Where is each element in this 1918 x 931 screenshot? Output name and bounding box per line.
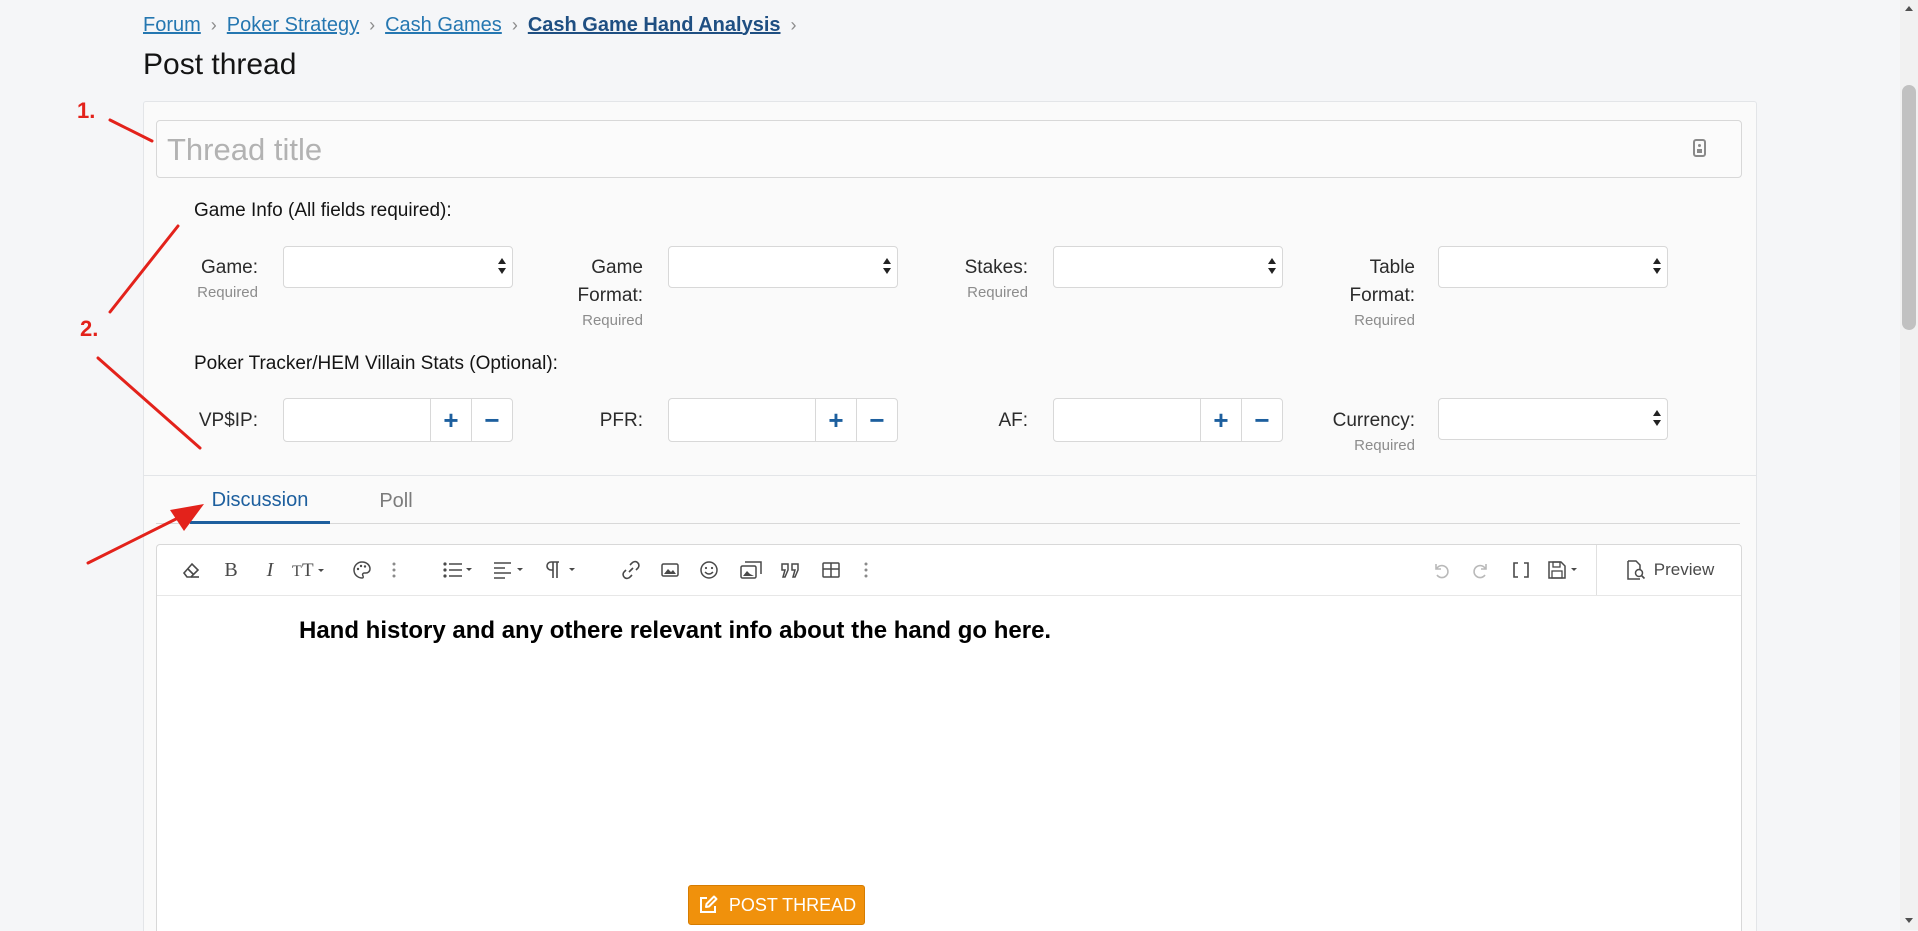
- drafts-icon[interactable]: [1547, 558, 1583, 582]
- image-icon[interactable]: [658, 558, 682, 582]
- currency-required-hint: Required: [1354, 437, 1415, 454]
- post-thread-label: POST THREAD: [728, 894, 857, 915]
- currency-label: Currency:: [1332, 410, 1415, 431]
- af-number-input[interactable]: + −: [1053, 398, 1283, 442]
- thread-title-field[interactable]: [156, 120, 1742, 178]
- vpip-number-input[interactable]: + −: [283, 398, 513, 442]
- link-icon[interactable]: [619, 558, 643, 582]
- pfr-number-input[interactable]: + −: [668, 398, 898, 442]
- editor-content[interactable]: Hand history and any othere relevant inf…: [299, 617, 1051, 645]
- vpip-input[interactable]: [284, 399, 431, 441]
- af-input[interactable]: [1054, 399, 1201, 441]
- pfr-decrement-button[interactable]: −: [856, 399, 897, 441]
- tab-poll[interactable]: Poll: [346, 480, 446, 523]
- align-icon[interactable]: [493, 558, 529, 582]
- media-icon[interactable]: [738, 558, 764, 582]
- af-increment-button[interactable]: +: [1201, 399, 1241, 441]
- edit-icon: [699, 895, 718, 913]
- breadcrumb-separator: ›: [790, 14, 797, 35]
- pfr-label: PFR:: [599, 410, 643, 431]
- scrollbar-thumb[interactable]: [1902, 85, 1916, 330]
- undo-icon[interactable]: [1429, 558, 1453, 582]
- list-icon[interactable]: [442, 558, 478, 582]
- annotation-arrow-shaft: [86, 516, 180, 565]
- select-arrows-icon: [498, 258, 506, 276]
- preview-icon: [1627, 560, 1645, 580]
- select-arrows-icon: [1653, 410, 1661, 428]
- rich-text-editor[interactable]: B I TT Preview Hand history and any othe…: [156, 544, 1742, 931]
- annotation-arrowhead: [170, 504, 204, 531]
- scroll-down-arrow-icon[interactable]: [1905, 918, 1913, 923]
- paragraph-icon[interactable]: [545, 558, 581, 582]
- stakes-label: Stakes:: [964, 257, 1028, 278]
- game-format-required-hint: Required: [582, 312, 643, 329]
- preview-label: Preview: [1653, 560, 1715, 579]
- section-divider: [143, 475, 1756, 476]
- italic-icon[interactable]: I: [258, 558, 282, 582]
- thread-title-input[interactable]: [165, 129, 1669, 171]
- contact-card-icon[interactable]: [1693, 139, 1706, 157]
- bbcode-icon[interactable]: [1509, 558, 1533, 582]
- game-select[interactable]: [283, 246, 513, 288]
- table-icon[interactable]: [819, 558, 843, 582]
- svg-text:T: T: [292, 563, 302, 580]
- select-arrows-icon: [1653, 258, 1661, 276]
- af-label: AF:: [998, 410, 1028, 431]
- more-icon[interactable]: [859, 558, 873, 582]
- pfr-increment-button[interactable]: +: [816, 399, 856, 441]
- annotation-line-1: [108, 118, 154, 143]
- stakes-select[interactable]: [1053, 246, 1283, 288]
- emoji-icon[interactable]: [697, 558, 721, 582]
- annotation-line-2b: [96, 356, 202, 450]
- redo-icon[interactable]: [1469, 558, 1493, 582]
- scroll-up-arrow-icon[interactable]: [1905, 6, 1913, 11]
- select-arrows-icon: [1268, 258, 1276, 276]
- vpip-decrement-button[interactable]: −: [471, 399, 512, 441]
- breadcrumb-cash-game-hand-analysis[interactable]: Cash Game Hand Analysis: [528, 14, 781, 37]
- breadcrumb-separator: ›: [369, 14, 376, 35]
- table-format-required-hint: Required: [1354, 312, 1415, 329]
- table-format-label: Table Format:: [1349, 257, 1415, 306]
- preview-button[interactable]: Preview: [1596, 545, 1741, 595]
- quote-icon[interactable]: [778, 558, 804, 582]
- text-size-icon[interactable]: TT: [291, 558, 329, 582]
- svg-text:T: T: [302, 560, 314, 580]
- stakes-required-hint: Required: [967, 284, 1028, 301]
- annotation-line-2a: [108, 224, 180, 314]
- breadcrumb-separator: ›: [511, 14, 518, 35]
- editor-tabs: Discussion Poll: [156, 480, 1740, 524]
- annotation-arrows: [86, 118, 204, 565]
- post-thread-button[interactable]: POST THREAD: [688, 885, 865, 925]
- game-format-select[interactable]: [668, 246, 898, 288]
- table-format-select[interactable]: [1438, 246, 1668, 288]
- game-format-label: Game Format:: [577, 257, 643, 306]
- palette-icon[interactable]: [350, 558, 374, 582]
- select-arrows-icon: [883, 258, 891, 276]
- currency-select[interactable]: [1438, 398, 1668, 440]
- af-decrement-button[interactable]: −: [1241, 399, 1282, 441]
- editor-toolbar: B I TT Preview: [157, 545, 1741, 596]
- pfr-input[interactable]: [669, 399, 816, 441]
- breadcrumb-cash-games[interactable]: Cash Games: [385, 14, 502, 37]
- more-icon[interactable]: [387, 558, 401, 582]
- vpip-increment-button[interactable]: +: [431, 399, 471, 441]
